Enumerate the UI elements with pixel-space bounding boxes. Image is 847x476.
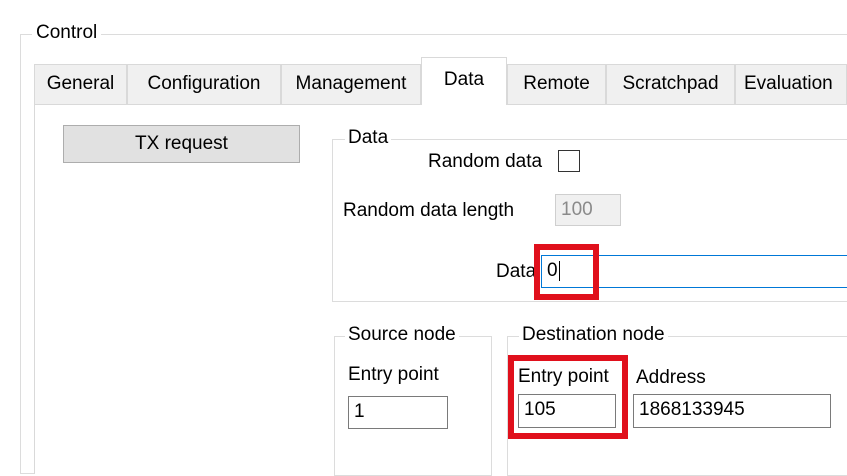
tx-request-button[interactable]: TX request xyxy=(63,125,300,163)
data-input-highlight xyxy=(534,244,599,300)
destination-address-field[interactable]: 1868133945 xyxy=(633,394,831,428)
control-group-title: Control xyxy=(32,20,102,46)
tab-evaluation[interactable]: Evaluation xyxy=(735,64,847,104)
tab-data[interactable]: Data xyxy=(421,57,507,105)
destination-node-title: Destination node xyxy=(519,323,668,347)
random-data-checkbox[interactable] xyxy=(558,150,580,172)
source-entry-point-field[interactable]: 1 xyxy=(348,396,448,429)
random-data-label: Random data xyxy=(428,151,543,172)
destination-address-label: Address xyxy=(636,367,706,388)
source-entry-point-label: Entry point xyxy=(348,364,439,385)
random-data-length-field[interactable]: 100 xyxy=(555,194,621,226)
tab-management[interactable]: Management xyxy=(281,64,421,104)
tab-general[interactable]: General xyxy=(34,64,127,104)
tab-scratchpad[interactable]: Scratchpad xyxy=(606,64,735,104)
data-group-title: Data xyxy=(345,126,392,150)
tab-configuration[interactable]: Configuration xyxy=(127,64,281,104)
source-node-title: Source node xyxy=(345,323,459,347)
random-data-length-label: Random data length xyxy=(343,200,515,221)
tab-remote[interactable]: Remote xyxy=(507,64,606,104)
data-field-label: Data xyxy=(496,261,537,282)
destination-entry-point-label: Entry point xyxy=(518,366,609,387)
